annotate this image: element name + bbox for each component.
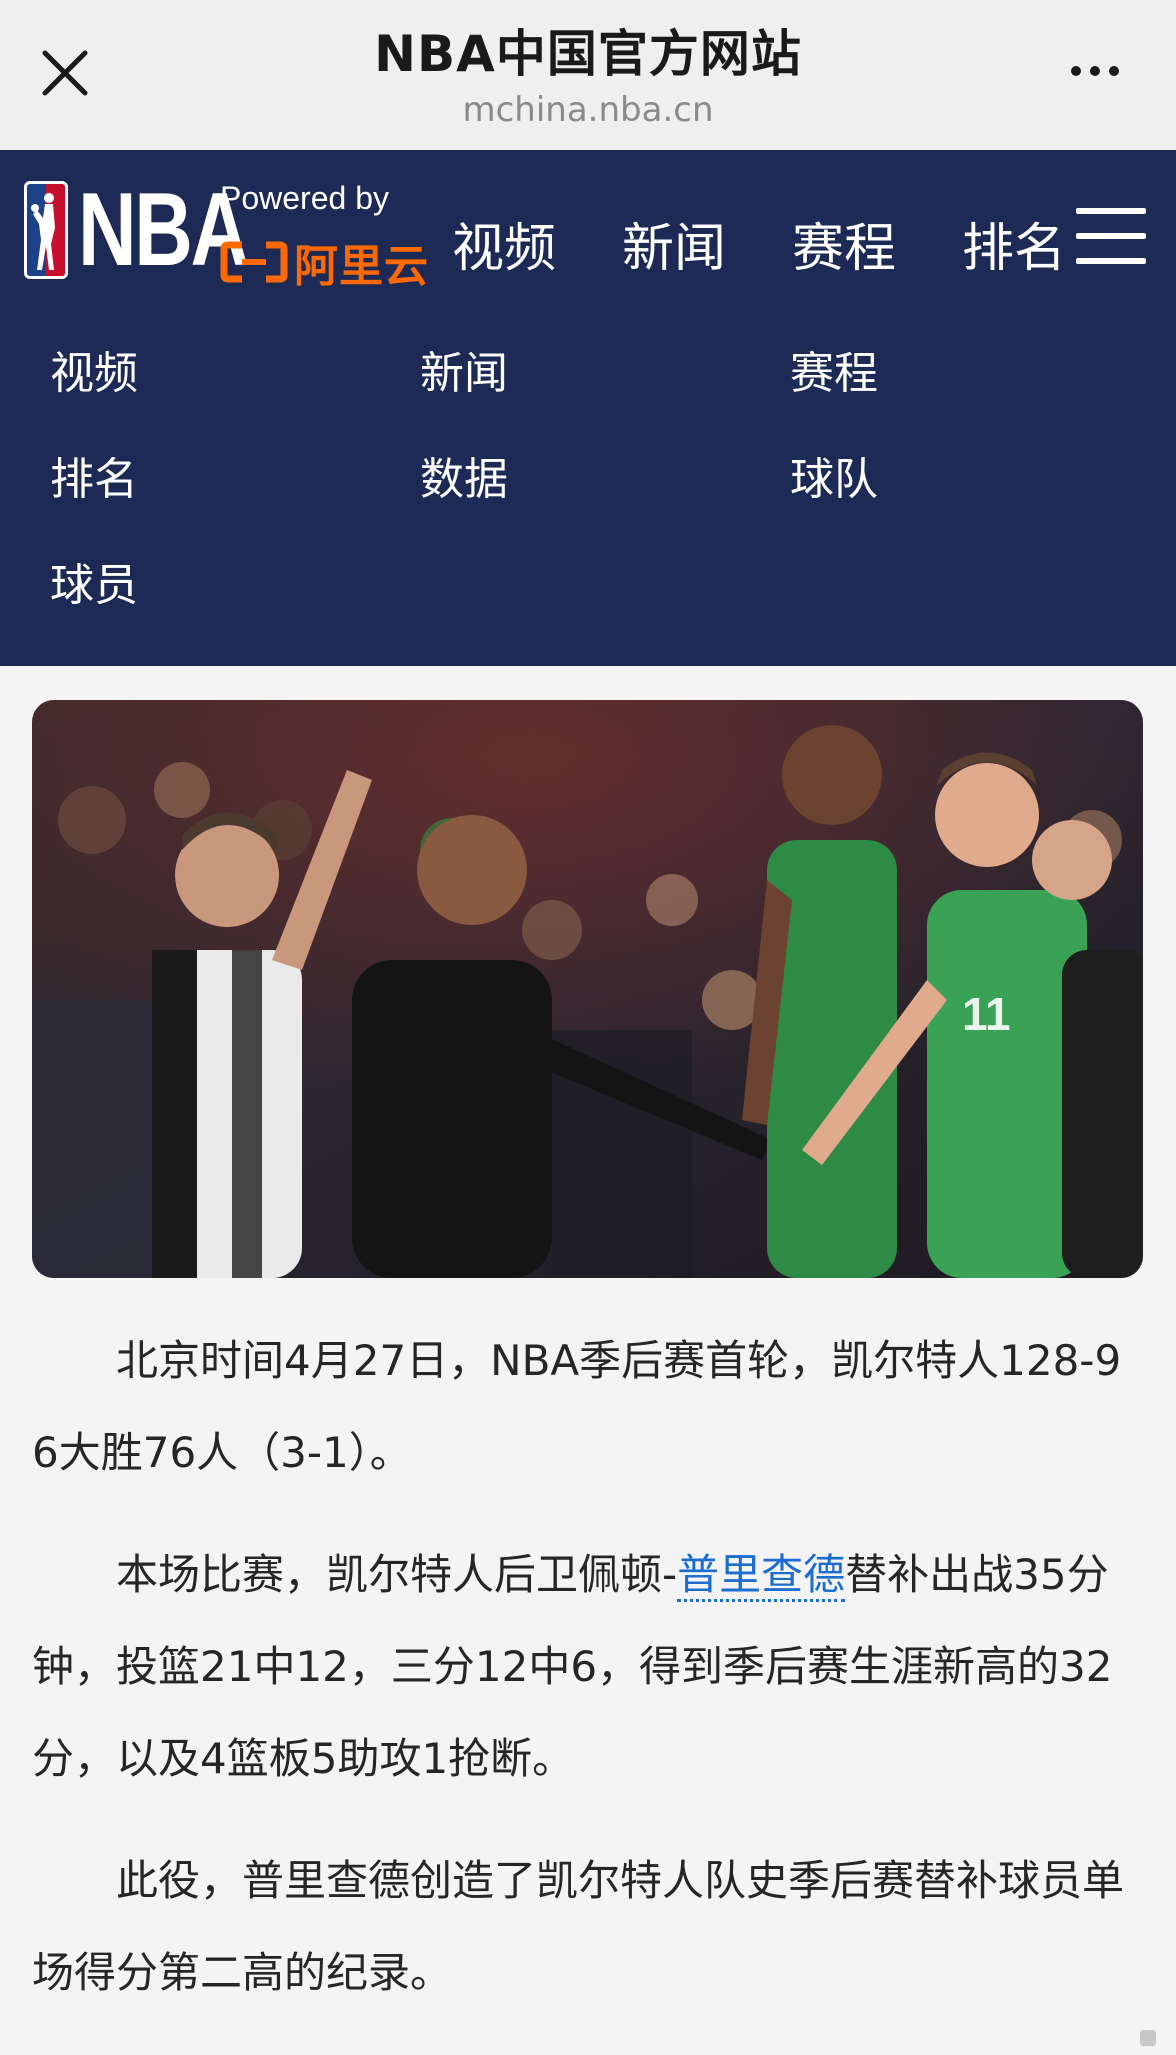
- scrollbar-thumb[interactable]: [1140, 2030, 1156, 2046]
- dropdown-item-video[interactable]: 视频: [50, 350, 420, 398]
- top-nav-video[interactable]: 视频: [452, 206, 556, 281]
- article-paragraph-3: 此役，普里查德创造了凯尔特人队史季后赛替补球员单场得分第二高的纪录。: [32, 1856, 1125, 1997]
- top-nav: 视频 新闻 赛程 排名: [452, 206, 1066, 281]
- dropdown-item-stats[interactable]: 数据: [420, 456, 790, 504]
- nba-site-header: NBA Powered by 阿里云 视频 新闻 赛程 排名 视频 新闻 赛程 …: [0, 150, 1176, 666]
- dropdown-item-teams[interactable]: 球队: [790, 456, 1150, 504]
- article-hero-image: 11: [32, 700, 1143, 1278]
- aliyun-text: 阿里云: [294, 241, 429, 292]
- dropdown-item-news[interactable]: 新闻: [420, 350, 790, 398]
- svg-text:11: 11: [962, 988, 1011, 1040]
- player-link-pritchard[interactable]: 普里查德: [677, 1550, 846, 1602]
- dropdown-item-schedule[interactable]: 赛程: [790, 350, 1150, 398]
- powered-by-label: Powered by: [220, 180, 389, 216]
- more-dots-icon: [1071, 66, 1081, 76]
- dropdown-item-standings[interactable]: 排名: [50, 456, 420, 504]
- page-domain: mchina.nba.cn: [462, 90, 714, 130]
- nba-logo-text: NBA: [78, 172, 249, 288]
- top-nav-news[interactable]: 新闻: [622, 206, 726, 281]
- dropdown-menu: 视频 新闻 赛程 排名 数据 球队 球员: [50, 350, 1150, 610]
- hamburger-menu-icon[interactable]: [1076, 208, 1146, 264]
- browser-top-bar: NBA中国官方网站 mchina.nba.cn: [0, 0, 1176, 151]
- nba-logoman-icon: [24, 181, 68, 279]
- article-body: 北京时间4月27日，NBA季后赛首轮，凯尔特人128-96大胜76人（3-1）。…: [32, 1315, 1144, 2049]
- aliyun-bracket-icon: [220, 241, 288, 283]
- article-paragraph-2: 本场比赛，凯尔特人后卫佩顿-普里查德替补出战35分钟，投篮21中12，三分12中…: [32, 1529, 1144, 1805]
- top-nav-schedule[interactable]: 赛程: [792, 206, 896, 281]
- more-button[interactable]: [1050, 46, 1140, 96]
- dropdown-item-players[interactable]: 球员: [50, 562, 420, 610]
- nba-logo[interactable]: NBA: [24, 172, 249, 288]
- paragraph-2-text-before: 本场比赛，凯尔特人后卫佩顿-: [116, 1550, 678, 1599]
- article-paragraph-1: 北京时间4月27日，NBA季后赛首轮，凯尔特人128-96大胜76人（3-1）。: [32, 1336, 1122, 1477]
- page-title: NBA中国官方网站: [374, 25, 802, 83]
- top-nav-standings[interactable]: 排名: [962, 206, 1066, 281]
- aliyun-logo: 阿里云: [220, 230, 429, 294]
